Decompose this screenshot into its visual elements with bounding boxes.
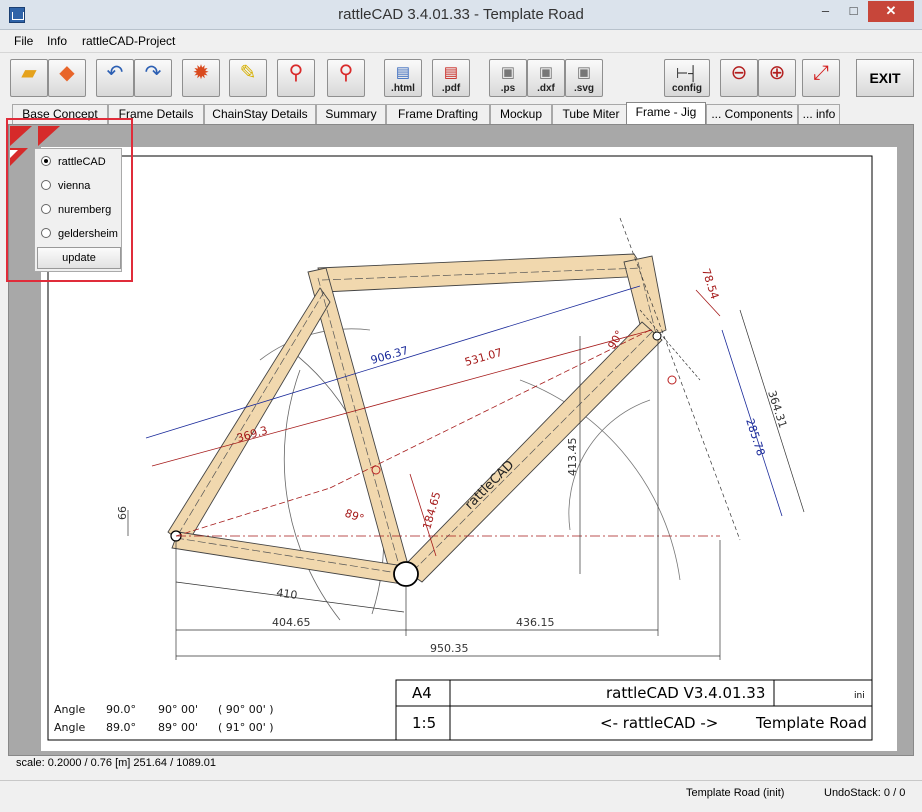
dim-66: 66	[116, 506, 129, 520]
angle-value-2: 89.0°	[106, 721, 136, 734]
radio-icon[interactable]	[41, 180, 51, 190]
radio-icon[interactable]	[41, 228, 51, 238]
scale-status: scale: 0.2000 / 0.76 [m] 251.64 / 1089.0…	[16, 757, 216, 769]
dim-410: 410	[276, 586, 299, 602]
angle-label-1: Angle	[54, 703, 86, 716]
dim-78: 78.54	[699, 267, 721, 301]
angle-89: 89°	[343, 507, 366, 526]
dim-285: 285.78	[743, 417, 767, 458]
titleblock-nav: <- rattleCAD ->	[600, 714, 718, 732]
update-button[interactable]: update	[37, 247, 121, 269]
titleblock-scale: 1:5	[412, 714, 436, 732]
jig-option-vienna[interactable]: vienna	[41, 177, 90, 195]
dim-531: 531.07	[463, 346, 504, 369]
radio-icon[interactable]	[41, 204, 51, 214]
titleblock-size: A4	[412, 684, 432, 702]
angle-dms-2: 89° 00'	[158, 721, 198, 734]
angle-label-2: Angle	[54, 721, 86, 734]
angle-compl-2: ( 91° 00' )	[218, 721, 274, 734]
angle-compl-1: ( 90° 00' )	[218, 703, 274, 716]
status-bar: Template Road (init) UndoStack: 0 / 0	[0, 780, 922, 804]
titleblock-project: Template Road	[755, 714, 867, 732]
dim-184: 184.65	[420, 490, 443, 531]
radio-selected-icon[interactable]	[41, 156, 51, 166]
dim-950: 950.35	[430, 642, 469, 655]
jig-selector-panel: rattleCAD vienna nuremberg geldersheim u…	[34, 148, 122, 272]
titleblock-app: rattleCAD V3.4.01.33	[606, 684, 765, 702]
jig-option-nuremberg[interactable]: nuremberg	[41, 201, 111, 219]
dim-364: 364.31	[765, 389, 789, 430]
dim-413: 413.45	[566, 438, 579, 477]
jig-option-geldersheim[interactable]: geldersheim	[41, 225, 118, 243]
project-status: Template Road (init)	[686, 787, 785, 799]
angle-dms-1: 90° 00'	[158, 703, 198, 716]
dim-436: 436.15	[516, 616, 555, 629]
angle-value-1: 90.0°	[106, 703, 136, 716]
titleblock-ini: ini	[854, 691, 865, 701]
jig-option-rattlecad[interactable]: rattleCAD	[41, 153, 106, 171]
dim-404: 404.65	[272, 616, 311, 629]
undo-status: UndoStack: 0 / 0	[824, 787, 906, 799]
frame-jig-drawing: 906.37 531.07 369.3 184.65 413.45 78.54 …	[10, 126, 873, 741]
